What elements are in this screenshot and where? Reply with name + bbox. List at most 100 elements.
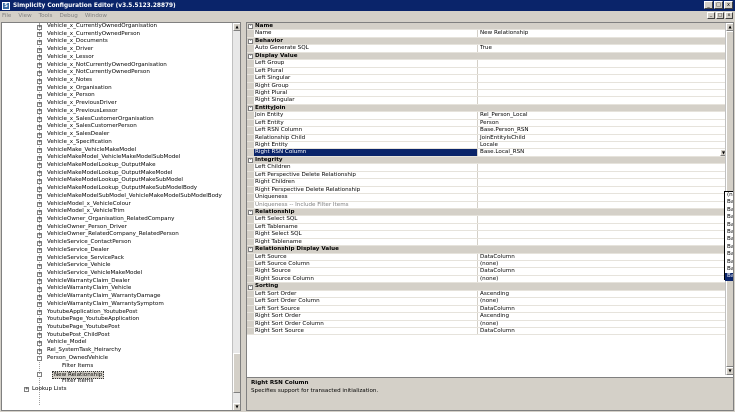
doc-minimize-button[interactable]: _: [707, 12, 715, 19]
property-row[interactable]: Right Tablename: [247, 238, 727, 247]
expand-icon[interactable]: +: [37, 317, 42, 323]
expand-icon[interactable]: +: [37, 39, 42, 45]
tree-item[interactable]: + YoutubePage_YoutubeApplication: [2, 316, 233, 324]
tree-item[interactable]: + Vehicle_x_PreviousLessor: [2, 108, 233, 116]
property-value[interactable]: Ascending: [479, 313, 727, 319]
property-value[interactable]: [479, 231, 727, 237]
property-value[interactable]: DataColumn: [479, 306, 727, 312]
property-value[interactable]: New Relationship: [479, 30, 727, 36]
expand-icon[interactable]: +: [37, 209, 42, 215]
property-row[interactable]: Left RSN Column Base.Person_RSN: [247, 127, 727, 135]
property-value[interactable]: Ascending: [479, 291, 727, 297]
expand-icon[interactable]: +: [37, 279, 42, 285]
expand-icon[interactable]: +: [37, 63, 42, 69]
property-value[interactable]: [479, 97, 727, 103]
tree-item[interactable]: + VehicleMakeModelLookup_OutputMakeModel: [2, 170, 233, 178]
category-integrity[interactable]: - Integrity: [247, 156, 727, 165]
property-value[interactable]: DataColumn: [479, 328, 727, 334]
property-value[interactable]: [479, 68, 727, 74]
close-button[interactable]: x: [724, 1, 733, 9]
property-value[interactable]: [479, 202, 727, 208]
scroll-down-icon[interactable]: ▼: [233, 403, 240, 410]
dropdown-option[interactable]: Base.ModifiedOn: [725, 229, 733, 236]
property-value[interactable]: [479, 90, 727, 96]
menu-tools[interactable]: Tools: [39, 13, 53, 19]
property-value[interactable]: [479, 187, 727, 193]
expand-icon[interactable]: +: [37, 148, 42, 153]
tree-item[interactable]: + Vehicle_x_CurrentlyOwnedPerson: [2, 31, 233, 39]
property-row[interactable]: Left Source DataColumn: [247, 253, 727, 261]
property-row[interactable]: Auto Generate SQL True: [247, 45, 727, 53]
dropdown-option[interactable]: Base.RSN: [725, 199, 733, 206]
tree-item[interactable]: + Rel_SystemTask_Heirarchy: [2, 347, 233, 355]
property-row[interactable]: Left Select SQL: [247, 216, 727, 224]
collapse-icon[interactable]: -: [248, 158, 253, 164]
property-row[interactable]: Right Entity Locale: [247, 142, 727, 150]
collapse-icon[interactable]: -: [37, 356, 42, 362]
tree-item[interactable]: + VehicleService_Vehicle: [2, 262, 233, 270]
expand-icon[interactable]: +: [37, 340, 42, 346]
expand-icon[interactable]: +: [37, 202, 42, 208]
property-value[interactable]: (none): [479, 298, 727, 304]
expand-icon[interactable]: +: [37, 86, 42, 92]
tree-item[interactable]: + Vehicle_x_SalesDealer: [2, 131, 233, 139]
tree-item[interactable]: + VehicleWarrantyClaim_WarrantyDamage: [2, 293, 233, 301]
dropdown-option[interactable]: Base.ModifiedBy: [725, 236, 733, 243]
property-value[interactable]: (none): [479, 261, 727, 267]
expand-icon[interactable]: +: [37, 93, 42, 99]
expand-icon[interactable]: +: [37, 55, 42, 61]
property-row[interactable]: Left Sort Order Column (none): [247, 298, 727, 306]
minimize-button[interactable]: _: [704, 1, 713, 9]
property-row[interactable]: Relationship Child JoinEntityIsChild: [247, 134, 727, 142]
expand-icon[interactable]: +: [37, 310, 42, 316]
tree-scrollbar[interactable]: ▲ ▼: [232, 23, 240, 410]
tree-item[interactable]: + VehicleService_ServicePack: [2, 255, 233, 263]
property-row[interactable]: Left Singular: [247, 75, 727, 83]
scroll-up-icon[interactable]: ▲: [726, 23, 733, 31]
tree-item[interactable]: + Vehicle_x_SalesCustomerOrganisation: [2, 116, 233, 124]
property-value[interactable]: DataColumn: [479, 254, 727, 260]
expand-icon[interactable]: +: [37, 32, 42, 38]
property-row[interactable]: Left Source Column (none): [247, 261, 727, 269]
tree-item[interactable]: + Vehicle_x_Specification: [2, 139, 233, 147]
property-value[interactable]: DataColumn: [479, 268, 727, 274]
property-value[interactable]: [479, 224, 727, 230]
tree-item[interactable]: + VehicleService_ContactPerson: [2, 239, 233, 247]
collapse-icon[interactable]: -: [37, 371, 42, 377]
menu-file[interactable]: File: [2, 13, 11, 19]
tree-item[interactable]: + VehicleMakeModelLookup_OutputMakeSubMod…: [2, 177, 233, 185]
property-value[interactable]: True: [479, 45, 727, 51]
tree-item[interactable]: + VehicleOwner_Organisation_RelatedCompan…: [2, 216, 233, 224]
tree-item[interactable]: + Vehicle_x_PreviousDriver: [2, 100, 233, 108]
dropdown-option[interactable]: Base.EntityModifiedOn: [725, 244, 733, 251]
property-value[interactable]: Base.Person_RSN: [479, 127, 727, 133]
tree-item[interactable]: + Vehicle_x_Organisation: [2, 85, 233, 93]
rsn-column-dropdown-list[interactable]: (none)Base.RSNBase.DisplayValueBase.Crea…: [724, 191, 733, 281]
category-name[interactable]: - Name: [247, 23, 727, 31]
property-row[interactable]: Right Plural: [247, 89, 727, 98]
dropdown-option[interactable]: Base.CreatedBy: [725, 222, 733, 229]
expand-icon[interactable]: +: [37, 286, 42, 292]
expand-icon[interactable]: +: [37, 178, 42, 184]
tree-item[interactable]: + VehicleMakeModelLookup_OutputMakeSubMod…: [2, 185, 233, 193]
doc-close-button[interactable]: x: [725, 12, 733, 19]
panel-splitter[interactable]: [242, 22, 245, 411]
expand-icon[interactable]: +: [37, 240, 42, 246]
tree-item-filter[interactable]: Filter Items: [2, 378, 233, 386]
expand-icon[interactable]: +: [37, 333, 42, 339]
tree-item[interactable]: - Person_OwnedVehicle: [2, 355, 233, 363]
expand-icon[interactable]: +: [37, 132, 42, 138]
property-value[interactable]: [479, 164, 727, 170]
property-row[interactable]: Right Source Column (none): [247, 275, 727, 284]
expand-icon[interactable]: +: [37, 101, 42, 107]
collapse-icon[interactable]: -: [248, 106, 253, 111]
property-row[interactable]: Uniqueness -- Include Filter Items: [247, 201, 727, 209]
expand-icon[interactable]: +: [37, 124, 42, 130]
doc-restore-button[interactable]: □: [716, 12, 724, 19]
category-relationship[interactable]: - Relationship: [247, 208, 727, 217]
tree-item[interactable]: + YoutubePost_ChildPost: [2, 332, 233, 340]
tree-item[interactable]: + VehicleWarrantyClaim_Dealer: [2, 278, 233, 286]
expand-icon[interactable]: +: [37, 294, 42, 300]
tree-item[interactable]: + VehicleWarrantyClaim_Vehicle: [2, 285, 233, 293]
property-value[interactable]: Person: [479, 120, 727, 126]
